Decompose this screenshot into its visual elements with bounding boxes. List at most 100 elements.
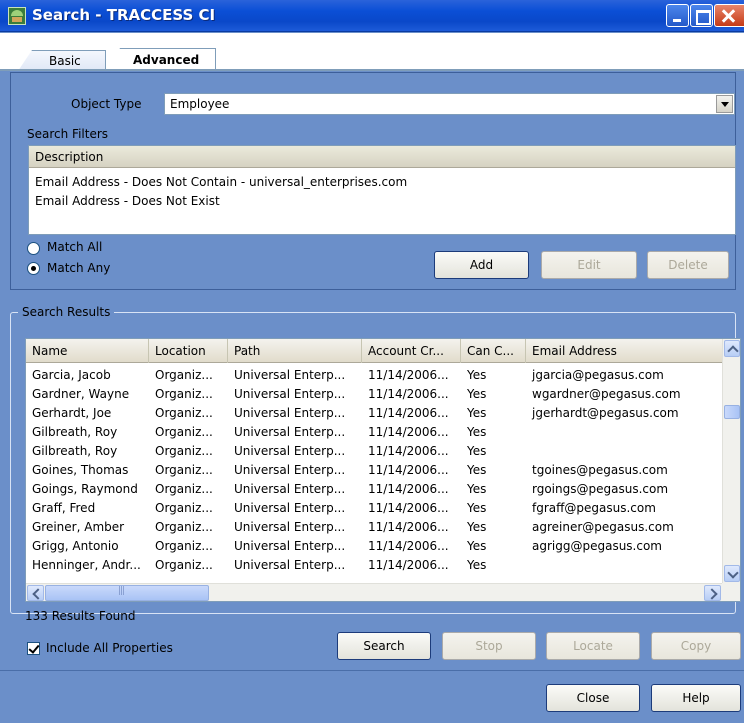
horizontal-scroll-thumb[interactable] [45, 585, 209, 601]
table-row[interactable]: Grigg, Antonio Organiz... Universal Ente… [26, 538, 722, 557]
search-results-label: Search Results [18, 305, 115, 319]
cell-account-created: 11/14/2006... [368, 387, 449, 401]
tab-basic[interactable]: Basic [18, 50, 106, 71]
include-all-properties-checkbox[interactable] [27, 642, 40, 655]
cell-account-created: 11/14/2006... [368, 539, 449, 553]
match-all-radio[interactable] [27, 242, 40, 255]
table-row[interactable]: Gerhardt, Joe Organiz... Universal Enter… [26, 405, 722, 424]
cell-can-change: Yes [467, 387, 487, 401]
object-type-select[interactable]: Employee [164, 93, 735, 115]
cell-path: Universal Enterp... [234, 425, 346, 439]
horizontal-scrollbar[interactable] [26, 583, 722, 601]
search-window: Search - TRACCESS CI Basic Advanced Obje… [0, 0, 744, 723]
dropdown-arrow-icon[interactable] [716, 95, 733, 113]
window-title: Search - TRACCESS CI [32, 6, 216, 24]
cell-path: Universal Enterp... [234, 444, 346, 458]
results-grid[interactable]: Name Location Path Account Cr... Can C..… [25, 338, 741, 602]
filters-column-header[interactable]: Description [29, 146, 735, 168]
close-window-button[interactable] [714, 4, 744, 27]
cell-location: Organiz... [155, 444, 213, 458]
cell-email: jgerhardt@pegasus.com [532, 406, 679, 420]
scroll-right-icon[interactable] [704, 585, 721, 601]
vertical-scrollbar[interactable] [722, 339, 740, 585]
include-all-properties-label: Include All Properties [46, 641, 173, 655]
match-any-label: Match Any [47, 261, 111, 275]
minimize-button[interactable] [666, 4, 689, 27]
table-row[interactable]: Gilbreath, Roy Organiz... Universal Ente… [26, 443, 722, 462]
column-header-account-created[interactable]: Account Cr... [362, 339, 461, 363]
locate-button[interactable]: Locate [546, 632, 640, 660]
table-row[interactable]: Gardner, Wayne Organiz... Universal Ente… [26, 386, 722, 405]
footer-divider [0, 670, 744, 671]
table-row[interactable]: Henninger, Andr... Organiz... Universal … [26, 557, 722, 576]
filter-row[interactable]: Email Address - Does Not Contain - unive… [35, 175, 407, 189]
cell-can-change: Yes [467, 520, 487, 534]
table-row[interactable]: Gilbreath, Roy Organiz... Universal Ente… [26, 424, 722, 443]
cell-can-change: Yes [467, 406, 487, 420]
cell-path: Universal Enterp... [234, 501, 346, 515]
maximize-button[interactable] [690, 4, 713, 27]
tab-divider [0, 69, 744, 71]
copy-button[interactable]: Copy [651, 632, 741, 660]
filter-row[interactable]: Email Address - Does Not Exist [35, 194, 220, 208]
scroll-up-icon[interactable] [724, 340, 740, 357]
cell-account-created: 11/14/2006... [368, 501, 449, 515]
results-count: 133 Results Found [25, 609, 136, 623]
vertical-scroll-thumb[interactable] [724, 405, 740, 419]
cell-can-change: Yes [467, 539, 487, 553]
cell-path: Universal Enterp... [234, 406, 346, 420]
help-button[interactable]: Help [651, 684, 741, 712]
title-bar[interactable]: Search - TRACCESS CI [0, 0, 744, 32]
match-any-radio[interactable] [27, 262, 40, 275]
add-filter-button[interactable]: Add [434, 251, 529, 279]
cell-location: Organiz... [155, 539, 213, 553]
tab-advanced-label: Advanced [133, 53, 200, 67]
object-type-value: Employee [170, 97, 230, 111]
cell-can-change: Yes [467, 463, 487, 477]
cell-can-change: Yes [467, 444, 487, 458]
cell-name: Gerhardt, Joe [32, 406, 112, 420]
cell-name: Grigg, Antonio [32, 539, 119, 553]
match-all-label: Match All [47, 240, 103, 254]
cell-name: Gardner, Wayne [32, 387, 130, 401]
cell-email: fgraff@pegasus.com [532, 501, 656, 515]
cell-name: Gilbreath, Roy [32, 444, 118, 458]
cell-account-created: 11/14/2006... [368, 368, 449, 382]
cell-name: Gilbreath, Roy [32, 425, 118, 439]
tab-advanced[interactable]: Advanced [108, 48, 216, 71]
delete-filter-button[interactable]: Delete [647, 251, 729, 279]
cell-account-created: 11/14/2006... [368, 520, 449, 534]
cell-can-change: Yes [467, 368, 487, 382]
cell-can-change: Yes [467, 501, 487, 515]
cell-location: Organiz... [155, 501, 213, 515]
stop-button[interactable]: Stop [442, 632, 536, 660]
edit-filter-button[interactable]: Edit [541, 251, 637, 279]
scroll-left-icon[interactable] [27, 585, 44, 601]
table-row[interactable]: Goines, Thomas Organiz... Universal Ente… [26, 462, 722, 481]
table-row[interactable]: Garcia, Jacob Organiz... Universal Enter… [26, 367, 722, 386]
cell-path: Universal Enterp... [234, 463, 346, 477]
close-button[interactable]: Close [546, 684, 640, 712]
column-header-path[interactable]: Path [228, 339, 362, 363]
table-row[interactable]: Goings, Raymond Organiz... Universal Ent… [26, 481, 722, 500]
cell-path: Universal Enterp... [234, 558, 346, 572]
cell-name: Greiner, Amber [32, 520, 125, 534]
table-row[interactable]: Graff, Fred Organiz... Universal Enterp.… [26, 500, 722, 519]
column-header-can-change[interactable]: Can C... [461, 339, 526, 363]
cell-email: agrigg@pegasus.com [532, 539, 662, 553]
search-button[interactable]: Search [337, 632, 431, 660]
cell-location: Organiz... [155, 425, 213, 439]
cell-email: wgardner@pegasus.com [532, 387, 681, 401]
app-icon [8, 7, 26, 25]
cell-account-created: 11/14/2006... [368, 425, 449, 439]
scroll-down-icon[interactable] [724, 565, 740, 582]
cell-location: Organiz... [155, 558, 213, 572]
cell-email: jgarcia@pegasus.com [532, 368, 664, 382]
table-row[interactable]: Greiner, Amber Organiz... Universal Ente… [26, 519, 722, 538]
column-header-location[interactable]: Location [149, 339, 228, 363]
cell-path: Universal Enterp... [234, 387, 346, 401]
column-header-name[interactable]: Name [26, 339, 149, 363]
cell-path: Universal Enterp... [234, 520, 346, 534]
column-header-email[interactable]: Email Address [526, 339, 722, 363]
search-filters-list[interactable]: Description Email Address - Does Not Con… [28, 145, 736, 235]
